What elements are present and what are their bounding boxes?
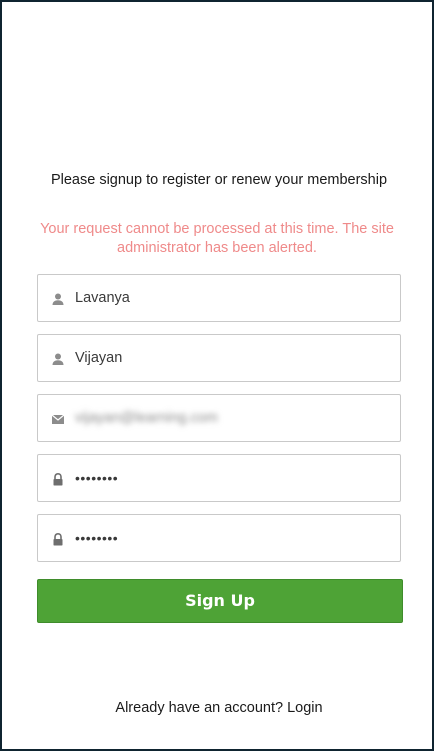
signup-panel: Please signup to register or renew your … — [0, 0, 434, 751]
password-field[interactable]: •••••••• — [37, 454, 401, 502]
last-name-value: Vijayan — [75, 350, 123, 366]
envelope-icon — [51, 414, 65, 424]
user-icon — [52, 293, 64, 305]
last-name-field[interactable]: Vijayan — [37, 334, 401, 382]
lock-icon — [53, 532, 63, 546]
login-prompt: Already have an account? Login — [2, 700, 434, 716]
first-name-value: Lavanya — [75, 290, 130, 306]
login-link[interactable]: Login — [287, 700, 322, 716]
lock-icon — [53, 472, 63, 486]
error-message: Your request cannot be processed at this… — [40, 221, 394, 256]
email-value: vijayan@learning.com — [75, 410, 218, 426]
confirm-password-value: •••••••• — [75, 530, 119, 546]
login-prompt-text: Already have an account? — [115, 700, 284, 716]
confirm-password-field[interactable]: •••••••• — [37, 514, 401, 562]
password-value: •••••••• — [75, 470, 119, 486]
first-name-field[interactable]: Lavanya — [37, 274, 401, 322]
user-icon — [52, 353, 64, 365]
sign-up-button[interactable]: Sign Up — [37, 579, 403, 623]
email-field[interactable]: vijayan@learning.com — [37, 394, 401, 442]
intro-text: Please signup to register or renew your … — [50, 172, 388, 188]
